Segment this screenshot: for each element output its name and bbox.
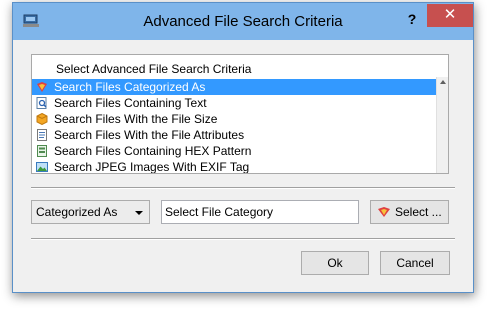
select-button-label: Select ...	[395, 205, 442, 219]
category-field[interactable]	[161, 200, 359, 224]
title-bar[interactable]: Advanced File Search Criteria ? ✕	[13, 3, 473, 40]
help-button[interactable]: ?	[401, 7, 423, 31]
scroll-up-arrow-icon[interactable]	[440, 80, 446, 84]
close-button[interactable]: ✕	[427, 4, 473, 27]
list-item-label: Search Files Categorized As	[54, 80, 206, 94]
list-rows: Search Files Categorized As Search Files…	[32, 79, 437, 174]
list-item-file-size[interactable]: Search Files With the File Size	[32, 111, 437, 127]
list-item-jpeg-exif[interactable]: Search JPEG Images With EXIF Tag	[32, 159, 437, 174]
dialog-window: Advanced File Search Criteria ? ✕ Select…	[12, 2, 474, 293]
dropdown-value: Categorized As	[36, 205, 118, 219]
ok-button[interactable]: Ok	[301, 251, 369, 275]
hex-pattern-icon	[37, 145, 47, 157]
list-item-label: Search Files Containing HEX Pattern	[54, 144, 252, 158]
list-item-label: Search Files With the File Size	[54, 112, 218, 126]
list-item-label: Search Files With the File Attributes	[54, 128, 245, 142]
dialog-body: Select Advanced File Search Criteria Sea…	[20, 40, 466, 286]
cancel-button[interactable]: Cancel	[380, 251, 450, 275]
file-attributes-icon	[37, 129, 47, 141]
select-category-button[interactable]: Select ...	[370, 200, 449, 224]
list-scrollbar[interactable]	[436, 77, 448, 173]
text-search-icon	[36, 97, 47, 109]
category-tag-icon	[378, 207, 390, 217]
jpeg-exif-icon	[36, 162, 48, 172]
chevron-down-icon	[135, 211, 143, 215]
criteria-list[interactable]: Select Advanced File Search Criteria Sea…	[31, 54, 449, 174]
list-item-categorized[interactable]: Search Files Categorized As	[32, 79, 437, 95]
app-icon	[23, 14, 39, 27]
category-tag-icon	[37, 82, 47, 92]
separator-top	[31, 187, 455, 189]
criteria-type-dropdown[interactable]: Categorized As	[31, 200, 150, 224]
separator-bottom	[31, 238, 455, 240]
list-item-containing-text[interactable]: Search Files Containing Text	[32, 95, 437, 111]
list-item-label: Search JPEG Images With EXIF Tag	[54, 160, 250, 174]
list-item-file-attributes[interactable]: Search Files With the File Attributes	[32, 127, 437, 143]
list-header: Select Advanced File Search Criteria	[56, 62, 252, 76]
category-input[interactable]	[162, 201, 358, 223]
list-item-label: Search Files Containing Text	[54, 96, 207, 110]
list-item-hex-pattern[interactable]: Search Files Containing HEX Pattern	[32, 143, 437, 159]
file-size-icon	[36, 113, 48, 125]
